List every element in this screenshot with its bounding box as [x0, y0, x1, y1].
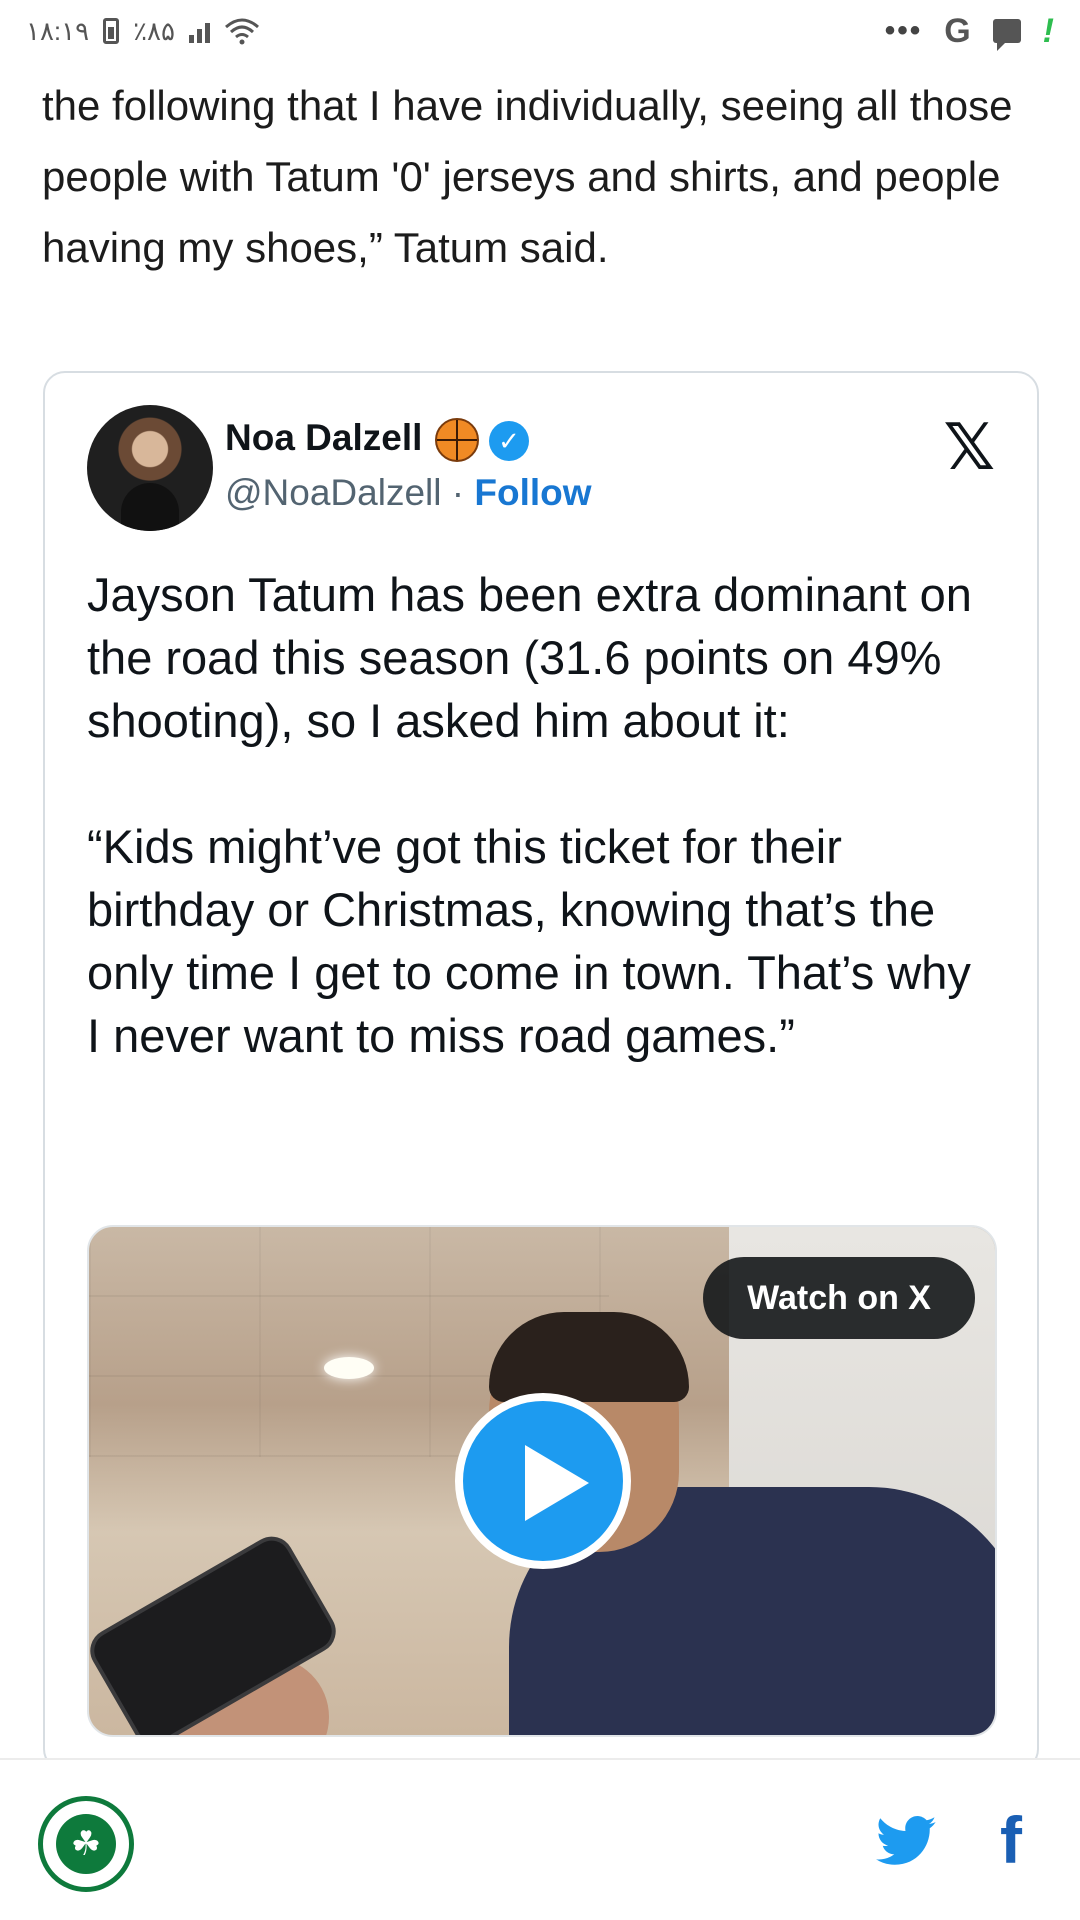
google-icon: G: [944, 11, 971, 50]
author-handle[interactable]: @NoaDalzell: [225, 472, 441, 513]
signal-icon: [189, 19, 210, 43]
more-notifications-icon: •••: [884, 14, 923, 47]
site-logo[interactable]: ☘: [38, 1796, 134, 1892]
tweet-text-paragraph-2: “Kids might’ve got this ticket for their…: [87, 820, 971, 1062]
facebook-share-icon[interactable]: f: [1000, 1802, 1022, 1878]
play-icon[interactable]: [455, 1393, 631, 1569]
watch-on-x-button[interactable]: Watch on X: [703, 1257, 975, 1339]
battery-percent: ٪۸۵: [133, 15, 175, 46]
status-bar: ۱۸:۱۹ ٪۸۵ ••• G !: [0, 0, 1080, 62]
wifi-icon: [225, 18, 259, 45]
battery-icon: [103, 18, 120, 44]
shamrock-icon: ☘: [56, 1814, 116, 1874]
video-ceiling-light: [324, 1357, 374, 1379]
basketball-icon: [435, 418, 479, 462]
video-person-hair: [489, 1312, 689, 1402]
message-icon: [992, 19, 1021, 51]
follow-button[interactable]: Follow: [474, 472, 591, 513]
status-left: ۱۸:۱۹ ٪۸۵: [26, 16, 260, 47]
status-right: ••• G !: [885, 12, 1054, 51]
avatar[interactable]: [87, 405, 213, 531]
handle-row: @NoaDalzell · Follow: [225, 472, 592, 514]
author-name[interactable]: Noa Dalzell: [225, 417, 422, 459]
twitter-share-icon[interactable]: [876, 1816, 936, 1866]
video-player[interactable]: Watch on X: [87, 1225, 997, 1737]
x-logo-icon[interactable]: 𝕏: [943, 411, 995, 485]
tweet-text: Jayson Tatum has been extra dominant on …: [87, 563, 987, 1130]
alert-icon: !: [1042, 11, 1054, 50]
tweet-embed[interactable]: Noa Dalzell ✓ @NoaDalzell · Follow 𝕏 Jay…: [43, 371, 1039, 1771]
handle-separator: ·: [441, 472, 475, 513]
verified-badge-icon: ✓: [489, 421, 529, 461]
bottom-share-bar: ☘ f: [0, 1758, 1080, 1920]
article-paragraph: the following that I have individually, …: [42, 82, 1013, 271]
status-time: ۱۸:۱۹: [26, 15, 90, 46]
tweet-text-paragraph-1: Jayson Tatum has been extra dominant on …: [87, 568, 972, 747]
